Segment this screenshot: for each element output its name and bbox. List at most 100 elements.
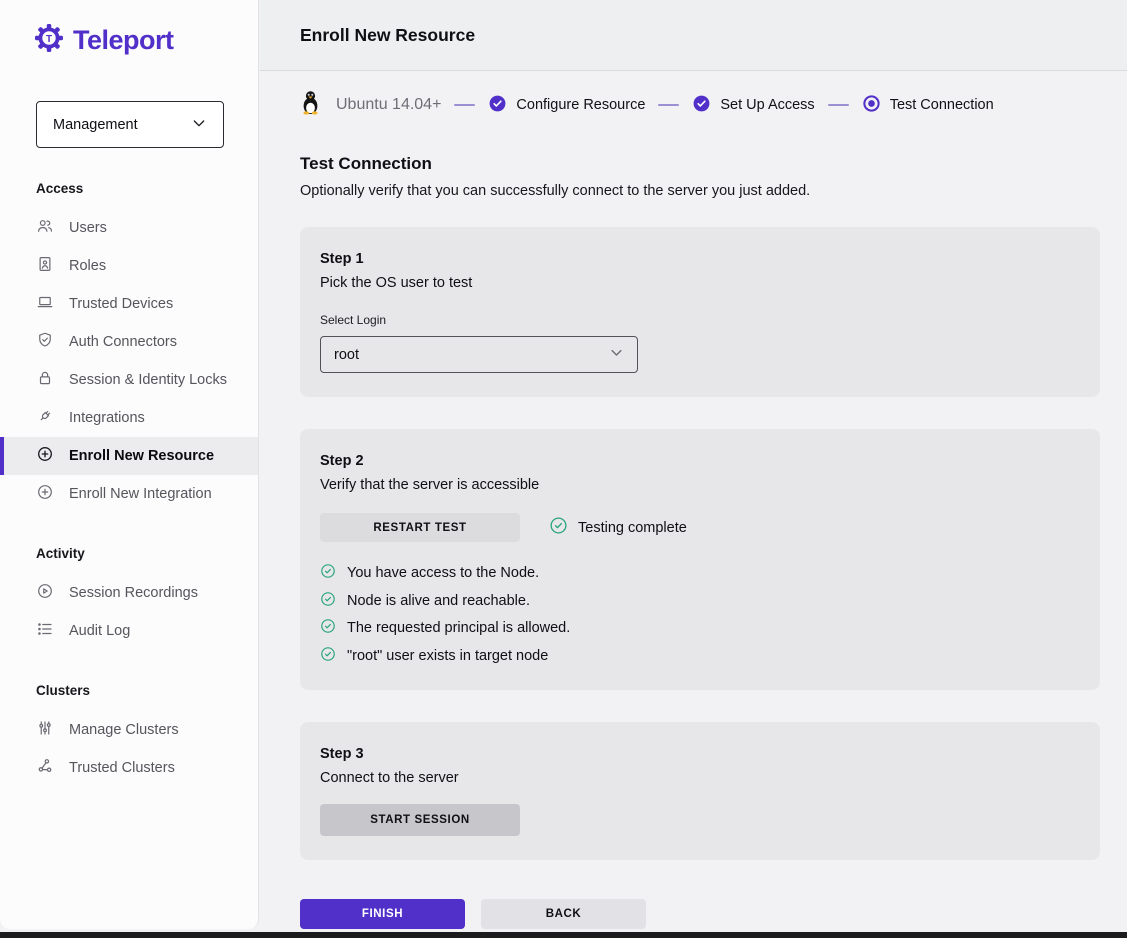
sidebar-section-clusters: Clusters bbox=[36, 683, 258, 698]
testing-status-label: Testing complete bbox=[578, 520, 687, 536]
step3-title: Step 3 bbox=[320, 746, 1080, 762]
restart-test-button[interactable]: RESTART TEST bbox=[320, 513, 520, 542]
sidebar-item-audit-log[interactable]: Audit Log bbox=[0, 612, 258, 650]
sidebar-item-label: Integrations bbox=[69, 410, 145, 426]
sidebar-item-auth-connectors[interactable]: Auth Connectors bbox=[0, 323, 258, 361]
page-header: Enroll New Resource bbox=[260, 0, 1127, 71]
select-login-label: Select Login bbox=[320, 313, 1080, 327]
success-check-circle-icon bbox=[320, 591, 336, 611]
success-check-circle-icon bbox=[320, 563, 336, 583]
check-label: The requested principal is allowed. bbox=[347, 620, 570, 636]
check-label: You have access to the Node. bbox=[347, 565, 539, 581]
linux-tux-icon bbox=[300, 90, 321, 120]
sidebar-item-label: Session Recordings bbox=[69, 585, 198, 601]
brand-wordmark: Teleport bbox=[73, 25, 174, 56]
sidebar-item-label: Audit Log bbox=[69, 623, 130, 639]
bottom-bar bbox=[0, 932, 1127, 938]
sidebar-item-label: Session & Identity Locks bbox=[69, 372, 227, 388]
sidebar-item-session-recordings[interactable]: Session Recordings bbox=[0, 574, 258, 612]
stepper-connector bbox=[658, 104, 679, 106]
section-title: Test Connection bbox=[300, 154, 1127, 174]
step2-card: Step 2 Verify that the server is accessi… bbox=[300, 429, 1100, 690]
stepper-step-label: Test Connection bbox=[890, 97, 994, 113]
stepper-connector bbox=[828, 104, 849, 106]
success-check-circle-icon bbox=[320, 646, 336, 666]
stepper-resource-label: Ubuntu 14.04+ bbox=[336, 96, 441, 114]
sidebar-item-label: Trusted Devices bbox=[69, 296, 173, 312]
sidebar: T Teleport Management Access Users Roles… bbox=[0, 0, 259, 929]
step1-description: Pick the OS user to test bbox=[320, 275, 1080, 291]
check-label: "root" user exists in target node bbox=[347, 648, 548, 664]
laptop-icon bbox=[36, 293, 54, 315]
step-done-check-icon bbox=[488, 94, 507, 117]
sidebar-item-manage-clusters[interactable]: Manage Clusters bbox=[0, 711, 258, 749]
lock-icon bbox=[36, 369, 54, 391]
test-check-item: You have access to the Node. bbox=[320, 563, 1080, 583]
users-icon bbox=[36, 217, 54, 239]
play-circle-icon bbox=[36, 582, 54, 604]
sidebar-item-label: Users bbox=[69, 220, 107, 236]
step1-title: Step 1 bbox=[320, 251, 1080, 267]
sidebar-section-activity: Activity bbox=[36, 546, 258, 561]
plus-circle-icon bbox=[36, 483, 54, 505]
sidebar-section-access: Access bbox=[36, 181, 258, 196]
sidebar-item-session-identity-locks[interactable]: Session & Identity Locks bbox=[0, 361, 258, 399]
step-active-dot-icon bbox=[862, 94, 881, 117]
step3-description: Connect to the server bbox=[320, 770, 1080, 786]
network-icon bbox=[36, 757, 54, 779]
finish-button[interactable]: FINISH bbox=[300, 899, 465, 929]
enroll-stepper: Ubuntu 14.04+ Configure Resource Set Up … bbox=[260, 71, 1127, 129]
id-card-icon bbox=[36, 255, 54, 277]
teleport-gear-icon: T bbox=[33, 22, 65, 59]
sidebar-item-enroll-new-resource[interactable]: Enroll New Resource bbox=[0, 437, 258, 475]
sidebar-item-roles[interactable]: Roles bbox=[0, 247, 258, 285]
test-check-item: Node is alive and reachable. bbox=[320, 591, 1080, 611]
chevron-down-icon bbox=[609, 345, 624, 364]
sidebar-item-label: Trusted Clusters bbox=[69, 760, 175, 776]
sidebar-item-label: Auth Connectors bbox=[69, 334, 177, 350]
stepper-step-label: Configure Resource bbox=[516, 97, 645, 113]
test-checks-list: You have access to the Node. Node is ali… bbox=[320, 563, 1080, 666]
sidebar-item-label: Enroll New Integration bbox=[69, 486, 212, 502]
sliders-icon bbox=[36, 719, 54, 741]
brand-logo[interactable]: T Teleport bbox=[0, 0, 258, 59]
sidebar-item-trusted-devices[interactable]: Trusted Devices bbox=[0, 285, 258, 323]
stepper-step-test-connection: Test Connection bbox=[862, 94, 994, 117]
step2-title: Step 2 bbox=[320, 453, 1080, 469]
back-button[interactable]: BACK bbox=[481, 899, 646, 929]
select-login-dropdown[interactable]: root bbox=[320, 336, 638, 373]
chevron-down-icon bbox=[191, 115, 207, 135]
shield-check-icon bbox=[36, 331, 54, 353]
success-check-circle-icon bbox=[549, 516, 568, 539]
stepper-step-label: Set Up Access bbox=[720, 97, 814, 113]
section-subtitle: Optionally verify that you can successfu… bbox=[300, 183, 1127, 199]
svg-text:T: T bbox=[46, 34, 52, 45]
start-session-button[interactable]: START SESSION bbox=[320, 804, 520, 836]
test-check-item: "root" user exists in target node bbox=[320, 646, 1080, 666]
main-area: Enroll New Resource Ubuntu 14.04+ Config… bbox=[260, 0, 1127, 932]
check-label: Node is alive and reachable. bbox=[347, 593, 530, 609]
plug-icon bbox=[36, 407, 54, 429]
page-title: Enroll New Resource bbox=[300, 25, 475, 46]
sidebar-item-users[interactable]: Users bbox=[0, 209, 258, 247]
sidebar-item-label: Manage Clusters bbox=[69, 722, 179, 738]
stepper-step-configure-resource: Configure Resource bbox=[488, 94, 645, 117]
sidebar-item-trusted-clusters[interactable]: Trusted Clusters bbox=[0, 749, 258, 787]
stepper-connector bbox=[454, 104, 475, 106]
testing-status: Testing complete bbox=[549, 516, 687, 539]
step3-card: Step 3 Connect to the server START SESSI… bbox=[300, 722, 1100, 860]
sidebar-item-label: Roles bbox=[69, 258, 106, 274]
success-check-circle-icon bbox=[320, 618, 336, 638]
list-icon bbox=[36, 620, 54, 642]
workspace-selector-value: Management bbox=[53, 117, 138, 133]
step2-description: Verify that the server is accessible bbox=[320, 477, 1080, 493]
step1-card: Step 1 Pick the OS user to test Select L… bbox=[300, 227, 1100, 397]
stepper-step-set-up-access: Set Up Access bbox=[692, 94, 814, 117]
select-login-value: root bbox=[334, 347, 359, 363]
plus-circle-icon bbox=[36, 445, 54, 467]
step-done-check-icon bbox=[692, 94, 711, 117]
sidebar-item-label: Enroll New Resource bbox=[69, 448, 214, 464]
sidebar-item-integrations[interactable]: Integrations bbox=[0, 399, 258, 437]
sidebar-item-enroll-new-integration[interactable]: Enroll New Integration bbox=[0, 475, 258, 513]
workspace-selector[interactable]: Management bbox=[36, 101, 224, 148]
